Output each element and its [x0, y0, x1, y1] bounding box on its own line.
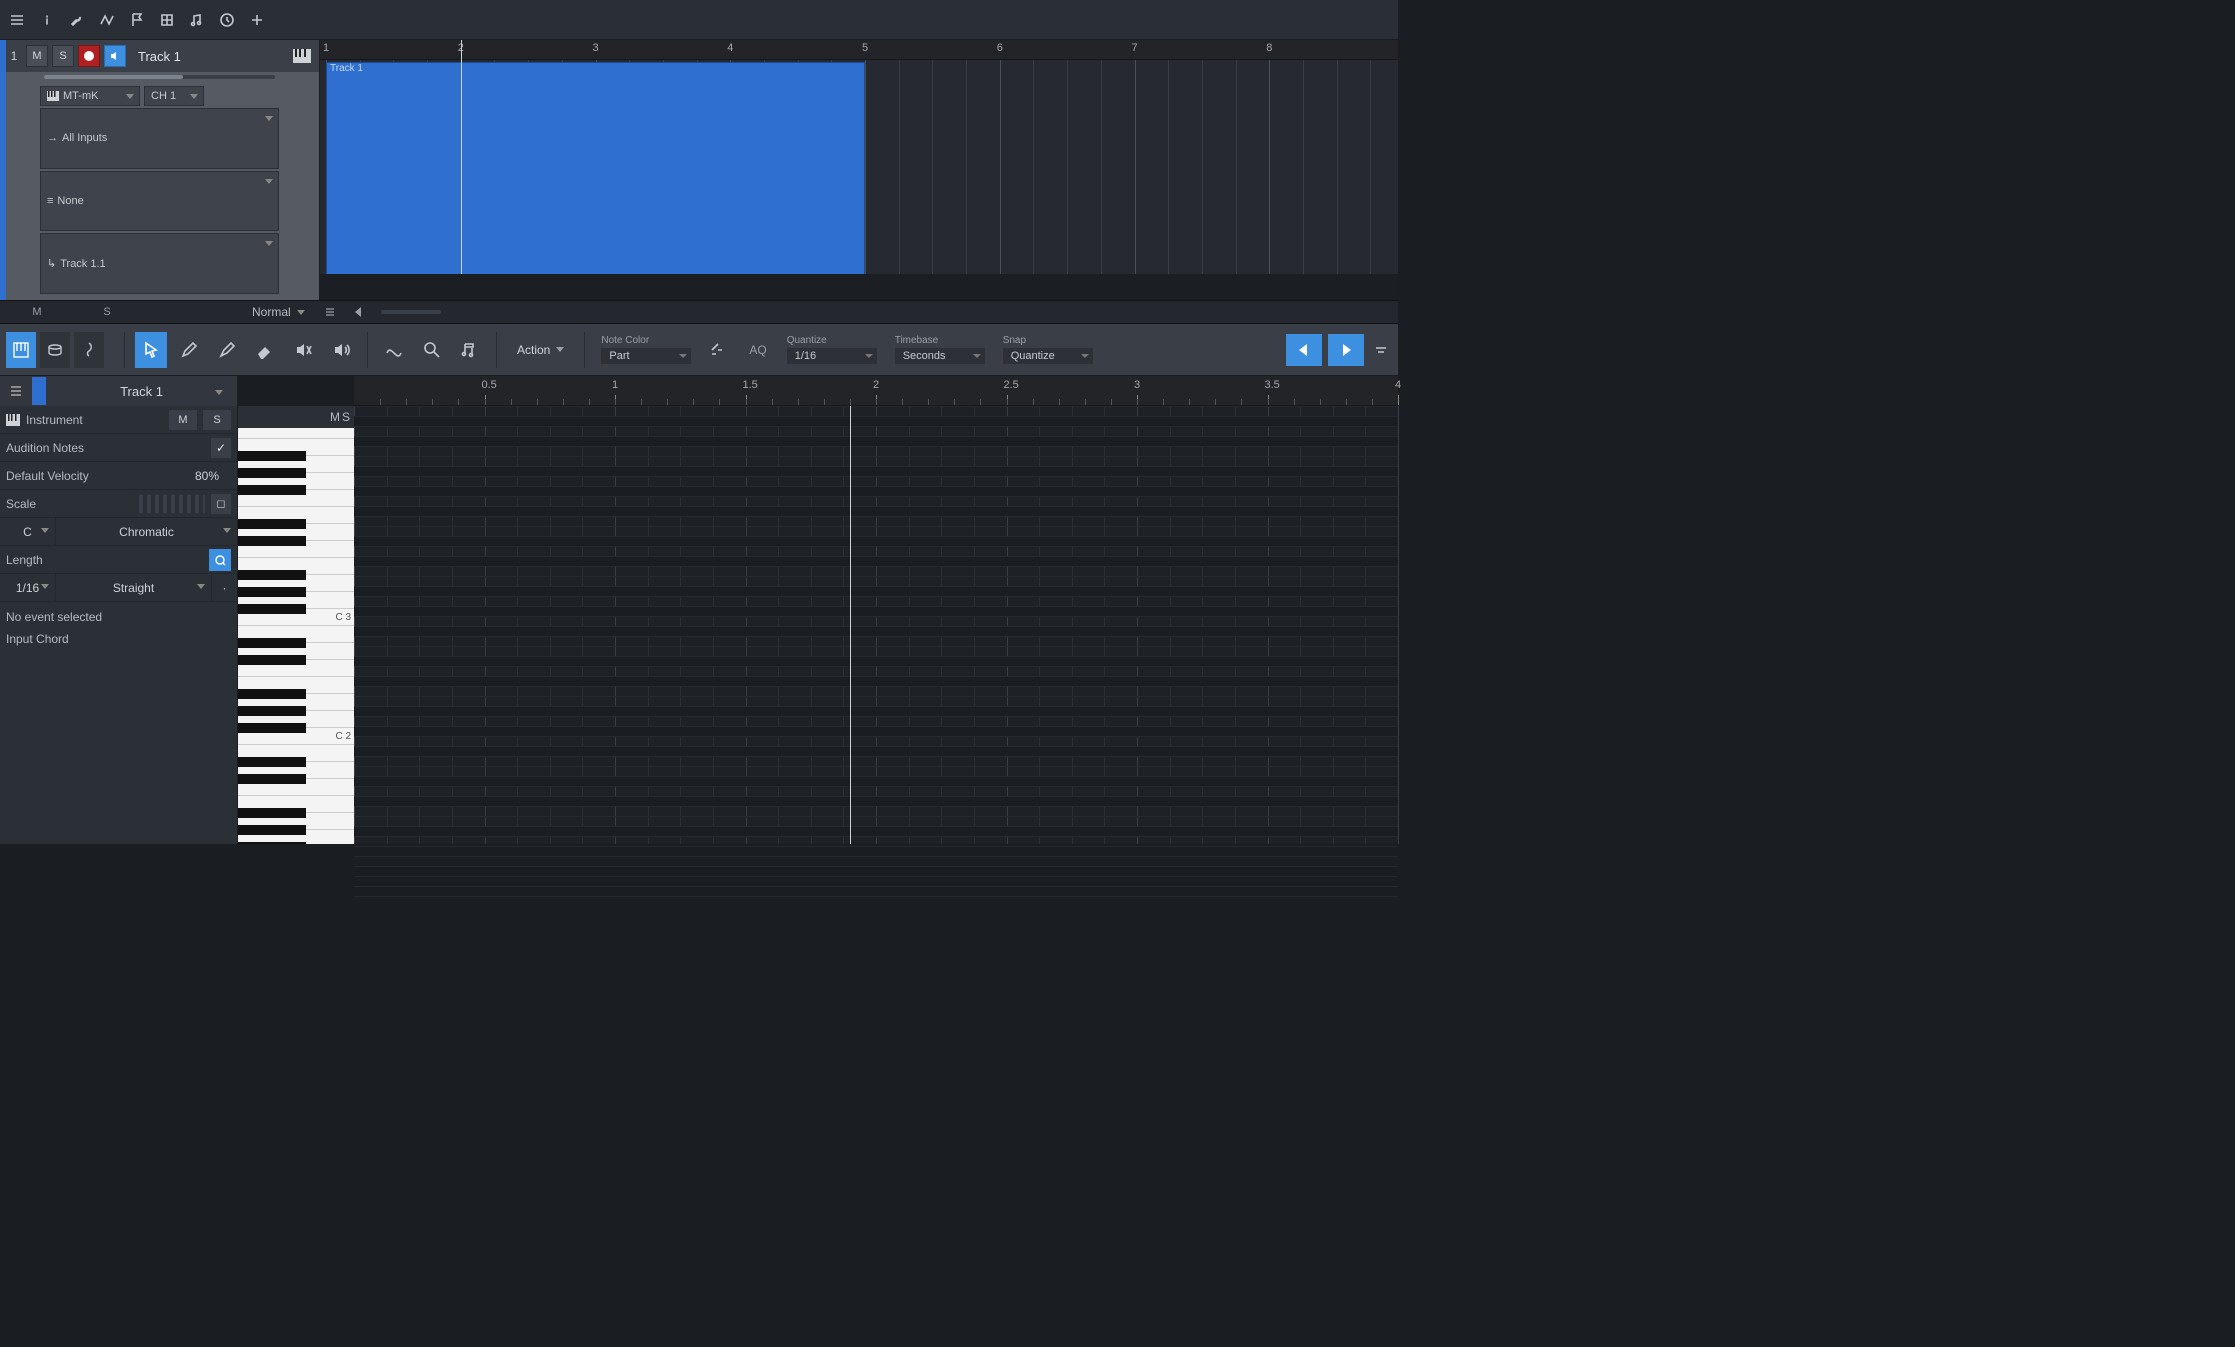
record-arm-button[interactable] [78, 45, 100, 67]
timebase-dropdown[interactable]: Seconds [895, 348, 985, 364]
arrange-area[interactable]: 12345678 Track 1 [320, 40, 1398, 300]
midi-clip[interactable]: Track 1 [326, 62, 865, 277]
inspector-mute-button[interactable]: M [169, 410, 197, 430]
flag-tool-icon[interactable] [126, 9, 148, 31]
playhead-editor[interactable] [850, 406, 851, 844]
velocity-tool-icon[interactable] [703, 332, 735, 368]
length-extra-button[interactable]: · [211, 574, 237, 601]
mute-button[interactable]: M [26, 45, 48, 67]
subtrack-dropdown[interactable]: ↳Track 1.1 [40, 233, 279, 294]
list-icon[interactable] [325, 307, 335, 317]
mute-tool[interactable] [287, 332, 319, 368]
channel-dropdown[interactable]: CH 1 [144, 86, 204, 106]
chord-tool[interactable] [454, 332, 486, 368]
action-menu[interactable]: Action [507, 335, 574, 365]
note-color-control: Note Color Part [595, 331, 697, 368]
scale-toggle-button[interactable]: ◻ [211, 494, 231, 514]
brush-tool[interactable] [211, 332, 243, 368]
track-color-chip [32, 377, 46, 405]
quantize-control: Quantize 1/16 [781, 331, 883, 368]
eraser-tool[interactable] [249, 332, 281, 368]
editor-ruler[interactable]: 0.511.522.533.54 [354, 376, 1398, 406]
zoom-to-end-button[interactable] [1328, 334, 1364, 366]
length-mode-dropdown[interactable]: Straight [56, 574, 211, 601]
note-grid[interactable] [354, 406, 1398, 844]
snap-dropdown[interactable]: Quantize [1003, 348, 1093, 364]
snap-control: Snap Quantize [997, 331, 1099, 368]
track-fader[interactable] [44, 75, 275, 79]
arrow-tool[interactable] [135, 332, 167, 368]
piano-keyboard[interactable]: M S C 3C 2C 1 [238, 406, 354, 844]
wrench-tool-icon[interactable] [66, 9, 88, 31]
scale-root-dropdown[interactable]: C [0, 518, 56, 545]
quantize-dropdown[interactable]: 1/16 [787, 348, 877, 364]
editor-solo-button[interactable]: S [342, 410, 350, 424]
curve-tool[interactable] [378, 332, 410, 368]
track-number: 1 [6, 49, 22, 63]
automation-tool-icon[interactable] [96, 9, 118, 31]
zoom-to-start-button[interactable] [1286, 334, 1322, 366]
menu-icon[interactable] [6, 9, 28, 31]
drum-editor-tab[interactable] [40, 332, 70, 368]
track-panel: 1 M S Track 1 MT-mK CH 1 →All Inputs ≡No… [0, 40, 320, 300]
clock-tool-icon[interactable] [216, 9, 238, 31]
instrument-editor-icon[interactable] [291, 45, 313, 67]
input-dropdown[interactable]: →All Inputs [40, 108, 279, 169]
piano-editor-tab[interactable] [6, 332, 36, 368]
monitor-button[interactable] [104, 45, 126, 67]
zoom-scrollbar[interactable] [381, 310, 441, 314]
score-editor-tab[interactable] [74, 332, 104, 368]
keyboard-icon [6, 414, 20, 426]
audition-tool[interactable] [325, 332, 357, 368]
track-name[interactable]: Track 1 [130, 49, 287, 64]
scale-mode-dropdown[interactable]: Chromatic [56, 518, 237, 545]
zoom-tool[interactable] [416, 332, 448, 368]
top-toolbar [0, 0, 1398, 40]
no-event-label: No event selected [0, 602, 237, 632]
inspector-panel: Track 1 Instrument M S Audition Notes ✓ … [0, 376, 238, 844]
playhead-arrange[interactable] [461, 40, 462, 300]
pencil-tool[interactable] [173, 332, 205, 368]
inspector-menu-icon[interactable] [6, 381, 26, 401]
instrument-dropdown[interactable]: MT-mK [40, 86, 140, 106]
length-link-button[interactable] [209, 549, 231, 571]
input-chord-label: Input Chord [0, 632, 237, 654]
inspector-track-dropdown[interactable]: Track 1 [52, 384, 231, 399]
editor-mute-button[interactable]: M [330, 410, 340, 424]
arrange-ruler[interactable]: 12345678 [320, 40, 1398, 60]
editor-tabbar: M S Normal [0, 300, 1398, 324]
scale-preview[interactable] [135, 495, 205, 513]
tempo-tool-icon[interactable] [186, 9, 208, 31]
solo-button[interactable]: S [52, 45, 74, 67]
grid-tool-icon[interactable] [156, 9, 178, 31]
master-solo-button[interactable]: S [82, 306, 132, 318]
timebase-control: Timebase Seconds [889, 331, 991, 368]
track-color-strip [0, 40, 6, 300]
audition-checkbox[interactable]: ✓ [211, 438, 231, 458]
velocity-value[interactable]: 80% [183, 469, 231, 483]
output-dropdown[interactable]: ≡None [40, 171, 279, 232]
info-tool-icon[interactable] [36, 9, 58, 31]
editor-toolbar: Action Note Color Part AQ Quantize 1/16 … [0, 324, 1398, 376]
collapse-left-icon[interactable] [355, 307, 361, 317]
master-mute-button[interactable]: M [12, 306, 62, 318]
note-color-dropdown[interactable]: Part [601, 348, 691, 364]
inspector-solo-button[interactable]: S [203, 410, 231, 430]
auto-quantize-toggle[interactable]: AQ [741, 343, 774, 357]
view-mode-dropdown[interactable]: Normal [252, 305, 305, 319]
zoom-menu-icon[interactable] [1370, 334, 1392, 366]
length-value-dropdown[interactable]: 1/16 [0, 574, 56, 601]
add-tool-icon[interactable] [246, 9, 268, 31]
arrange-footer [320, 274, 1398, 300]
